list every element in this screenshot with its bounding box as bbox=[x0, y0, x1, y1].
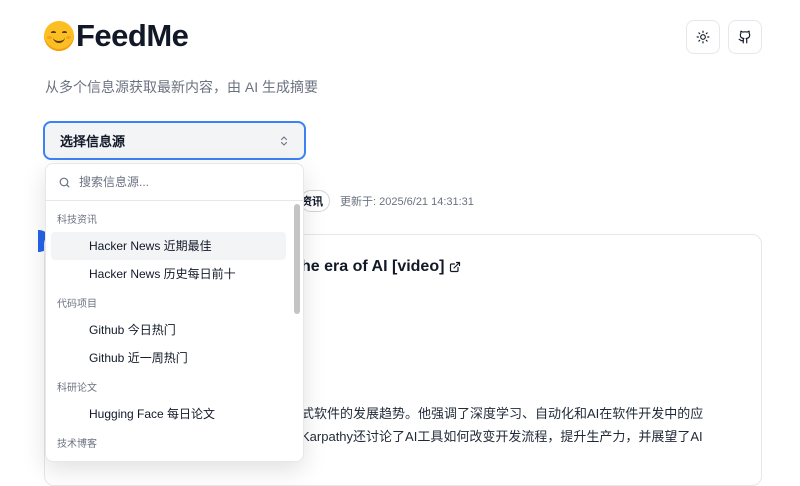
option-hugging-face-papers[interactable]: Hugging Face 每日论文 bbox=[51, 400, 286, 428]
category-badge[interactable]: 资讯 bbox=[300, 190, 330, 212]
dropdown-scrollbar[interactable] bbox=[294, 204, 300, 314]
option-github-today[interactable]: Github 今日热门 bbox=[51, 316, 286, 344]
card-title[interactable]: he era of AI [video] bbox=[301, 258, 444, 276]
github-button[interactable] bbox=[728, 20, 762, 54]
option-hacker-news-top-daily[interactable]: Hacker News 历史每日前十 bbox=[51, 260, 286, 288]
card-title-link[interactable]: he era of AI [video] bbox=[301, 258, 461, 276]
github-icon bbox=[738, 30, 751, 44]
app-header: FeedMe bbox=[44, 18, 189, 54]
group-label-tech-news: 科技资讯 bbox=[57, 215, 97, 226]
option-hacker-news-best[interactable]: Hacker News 近期最佳 bbox=[51, 232, 286, 260]
source-select-trigger[interactable]: 选择信息源 bbox=[43, 121, 306, 160]
group-label-tech-blogs: 技术博客 bbox=[57, 439, 97, 450]
group-label-code-projects: 代码项目 bbox=[57, 299, 97, 310]
source-select-dropdown: 科技资讯 Hacker News 近期最佳 Hacker News 历史每日前十… bbox=[45, 163, 304, 462]
source-option-list: 科技资讯 Hacker News 近期最佳 Hacker News 历史每日前十… bbox=[46, 201, 303, 456]
sun-icon bbox=[696, 30, 710, 44]
external-link-icon bbox=[450, 261, 461, 273]
source-search-input[interactable] bbox=[79, 175, 269, 189]
source-search-bar bbox=[46, 164, 303, 201]
search-icon bbox=[59, 177, 70, 187]
option-github-week[interactable]: Github 近一周热门 bbox=[51, 344, 286, 372]
feed-meta: 资讯 更新于: 2025/6/21 14:31:31 bbox=[300, 190, 474, 212]
chevrons-up-down-icon bbox=[280, 135, 288, 146]
source-select-label: 选择信息源 bbox=[60, 134, 126, 149]
theme-toggle-button[interactable] bbox=[686, 20, 720, 54]
card-summary-line: 式软件的发展趋势。他强调了深度学习、自动化和AI在软件开发中的应 bbox=[301, 406, 704, 421]
page-subtitle: 从多个信息源获取最新内容，由 AI 生成摘要 bbox=[45, 79, 319, 95]
updated-timestamp: 更新于: 2025/6/21 14:31:31 bbox=[340, 196, 474, 208]
card-summary: 式软件的发展趋势。他强调了深度学习、自动化和AI在软件开发中的应 Karpath… bbox=[301, 402, 741, 448]
group-label-research-papers: 科研论文 bbox=[57, 383, 97, 394]
app-title: FeedMe bbox=[76, 18, 189, 53]
smiley-emoji-icon bbox=[44, 21, 74, 51]
card-summary-line: Karpathy还讨论了AI工具如何改变开发流程，提升生产力，并展望了AI bbox=[301, 429, 703, 444]
